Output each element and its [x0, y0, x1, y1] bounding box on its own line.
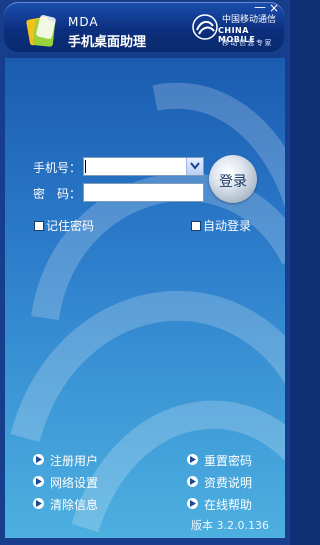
- play-bullet-icon: [33, 476, 44, 487]
- login-button-label: 登录: [219, 174, 247, 190]
- chevron-down-icon: [190, 162, 200, 170]
- remember-password-label[interactable]: 记住密码: [46, 217, 94, 234]
- play-bullet-icon: [187, 498, 198, 509]
- login-button[interactable]: 登录: [209, 155, 257, 203]
- app-name: 手机桌面助理: [68, 35, 147, 50]
- phone-number-select[interactable]: [83, 157, 204, 176]
- reset-password-link[interactable]: 重置密码: [187, 453, 277, 468]
- play-bullet-icon: [33, 498, 44, 509]
- text-caret: [85, 160, 86, 173]
- password-field[interactable]: [83, 183, 204, 202]
- password-label: 密 码：: [33, 187, 82, 201]
- network-settings-label: 网络设置: [50, 476, 99, 490]
- version-label: 版本 3.2.0.136: [191, 519, 269, 532]
- online-help-link[interactable]: 在线帮助: [187, 497, 277, 512]
- clear-info-label: 清除信息: [50, 498, 99, 512]
- play-bullet-icon: [33, 454, 44, 465]
- online-help-label: 在线帮助: [204, 498, 253, 512]
- network-settings-link[interactable]: 网络设置: [33, 475, 133, 490]
- auto-login-label[interactable]: 自动登录: [203, 217, 251, 234]
- phone-label: 手机号：: [33, 161, 82, 175]
- phone-dropdown-button[interactable]: [186, 158, 203, 175]
- window-frame: — × MDA 手机桌面助理 中国移动通信 CHINA MOBILE 移动信息专…: [0, 0, 290, 545]
- app-mark: MDA: [68, 15, 99, 29]
- app-logo-icon: [26, 15, 56, 47]
- play-bullet-icon: [187, 476, 198, 487]
- reset-password-label: 重置密码: [204, 454, 253, 468]
- register-user-link[interactable]: 注册用户: [33, 453, 133, 468]
- carrier-name-cn: 中国移动通信: [222, 15, 277, 25]
- auto-login-checkbox[interactable]: [191, 221, 201, 231]
- title-bar[interactable]: — × MDA 手机桌面助理 中国移动通信 CHINA MOBILE 移动信息专…: [4, 1, 284, 52]
- fee-info-label: 资费说明: [204, 476, 253, 490]
- play-bullet-icon: [187, 454, 198, 465]
- remember-password-checkbox[interactable]: [34, 221, 44, 231]
- clear-info-link[interactable]: 清除信息: [33, 497, 133, 512]
- register-user-label: 注册用户: [50, 454, 99, 468]
- carrier-slogan: 移动信息专家: [222, 39, 273, 47]
- china-mobile-logo-icon: [192, 14, 218, 40]
- fee-info-link[interactable]: 资费说明: [187, 475, 277, 490]
